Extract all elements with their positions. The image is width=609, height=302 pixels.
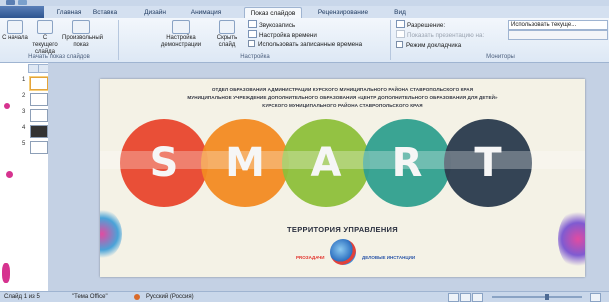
group-separator bbox=[118, 20, 119, 60]
smart-letter: R bbox=[391, 140, 423, 186]
zoom-handle[interactable] bbox=[545, 294, 549, 300]
hide-slide-icon bbox=[219, 20, 235, 34]
tab-view[interactable]: Вид bbox=[390, 7, 410, 18]
show-on-label: Показать презентацию на: bbox=[396, 30, 484, 40]
setup-show-icon bbox=[172, 20, 190, 34]
tab-design[interactable]: Дизайн bbox=[140, 7, 170, 18]
presenter-view-checkbox[interactable]: Режим докладчика bbox=[396, 41, 461, 50]
from-beginning-button[interactable]: С начала bbox=[2, 20, 28, 42]
smart-letter: M bbox=[225, 140, 265, 186]
decoration bbox=[558, 209, 585, 269]
slide-thumbnail[interactable] bbox=[30, 109, 48, 122]
slides-pane: 1 2 3 4 5 bbox=[0, 63, 50, 291]
slide-header-line: КУРСКОГО МУНИЦИПАЛЬНОГО РАЙОНА СТАВРОПОЛ… bbox=[262, 103, 423, 108]
smart-letter: A bbox=[310, 140, 342, 186]
monitors-group-label: Мониторы bbox=[486, 54, 515, 60]
spelling-icon[interactable] bbox=[134, 294, 140, 300]
record-narration-button[interactable]: Звукозапись bbox=[248, 20, 295, 30]
decoration bbox=[4, 103, 10, 109]
slide-canvas[interactable]: ОТДЕЛ ОБРАЗОВАНИЯ АДМИНИСТРАЦИИ КУРСКОГО… bbox=[100, 79, 585, 277]
tab-review[interactable]: Рецензирование bbox=[312, 7, 374, 18]
smart-letter: S bbox=[149, 140, 179, 186]
hide-slide-button[interactable]: Скрыть слайд bbox=[212, 20, 242, 49]
logo-emblem bbox=[330, 239, 356, 265]
tab-home[interactable]: Главная bbox=[52, 7, 86, 18]
setup-show-button[interactable]: Настройка демонстрации bbox=[156, 20, 206, 49]
checkbox-icon bbox=[396, 41, 403, 48]
timer-icon bbox=[248, 30, 257, 38]
smart-letter: T bbox=[474, 140, 502, 186]
slideshow-icon bbox=[7, 20, 23, 34]
thumb-number: 4 bbox=[22, 125, 26, 131]
thumb-number: 1 bbox=[22, 77, 26, 83]
show-on-select[interactable] bbox=[508, 30, 608, 40]
slide-thumbnail[interactable] bbox=[30, 93, 48, 106]
start-group-label: Начать показ слайдов bbox=[28, 54, 90, 60]
custom-show-button[interactable]: Произвольный показ bbox=[62, 20, 103, 49]
use-timings-checkbox[interactable]: Использовать записанные времена bbox=[248, 40, 362, 49]
decoration bbox=[6, 171, 13, 178]
custom-show-icon bbox=[72, 20, 90, 34]
undo-icon[interactable] bbox=[18, 0, 27, 5]
slide-header-line: ОТДЕЛ ОБРАЗОВАНИЯ АДМИНИСТРАЦИИ КУРСКОГО… bbox=[211, 87, 474, 92]
thumb-number: 5 bbox=[22, 141, 26, 147]
status-bar: Слайд 1 из 5 "Тема Office" Русский (Росс… bbox=[0, 291, 609, 302]
tab-insert[interactable]: Вставка bbox=[88, 7, 122, 18]
save-icon[interactable] bbox=[6, 0, 15, 5]
group-separator bbox=[390, 20, 391, 60]
checkbox-checked-icon bbox=[248, 40, 255, 47]
rehearse-timings-button[interactable]: Настройка времени bbox=[248, 30, 317, 40]
slide-thumbnail[interactable] bbox=[30, 77, 48, 90]
ribbon: С начала С текущего слайда Произвольный … bbox=[0, 18, 609, 63]
resolution-label: Разрешение: bbox=[396, 20, 445, 30]
slide-subtitle: ТЕРРИТОРИЯ УПРАВЛЕНИЯ bbox=[287, 225, 398, 234]
zoom-slider[interactable] bbox=[492, 296, 582, 298]
decoration bbox=[2, 263, 10, 283]
thumb-number: 3 bbox=[22, 109, 26, 115]
setup-group-label: Настройка bbox=[240, 54, 270, 60]
monitor-icon bbox=[396, 20, 405, 28]
resolution-select[interactable]: Использовать текуще... bbox=[508, 20, 608, 30]
show-on-monitor-icon bbox=[396, 30, 405, 38]
thumb-number: 2 bbox=[22, 93, 26, 99]
slide-header-line: МУНИЦИПАЛЬНОЕ УЧРЕЖДЕНИЕ ДОПОЛНИТЕЛЬНОГО… bbox=[187, 95, 498, 100]
tab-animation[interactable]: Анимация bbox=[186, 7, 226, 18]
logo-right-text: ДЕЛОВЫЕ ИНСТАНЦИИ bbox=[362, 255, 416, 260]
microphone-icon bbox=[248, 20, 257, 28]
office-button[interactable] bbox=[0, 6, 44, 18]
slideshow-current-icon bbox=[37, 20, 53, 34]
slide-thumbnail[interactable] bbox=[30, 141, 48, 154]
from-current-button[interactable]: С текущего слайда bbox=[30, 20, 60, 56]
logo-left-text: PROЗАДАЧИ bbox=[296, 255, 325, 260]
slide-thumbnail[interactable] bbox=[30, 125, 48, 138]
decoration bbox=[100, 209, 122, 259]
